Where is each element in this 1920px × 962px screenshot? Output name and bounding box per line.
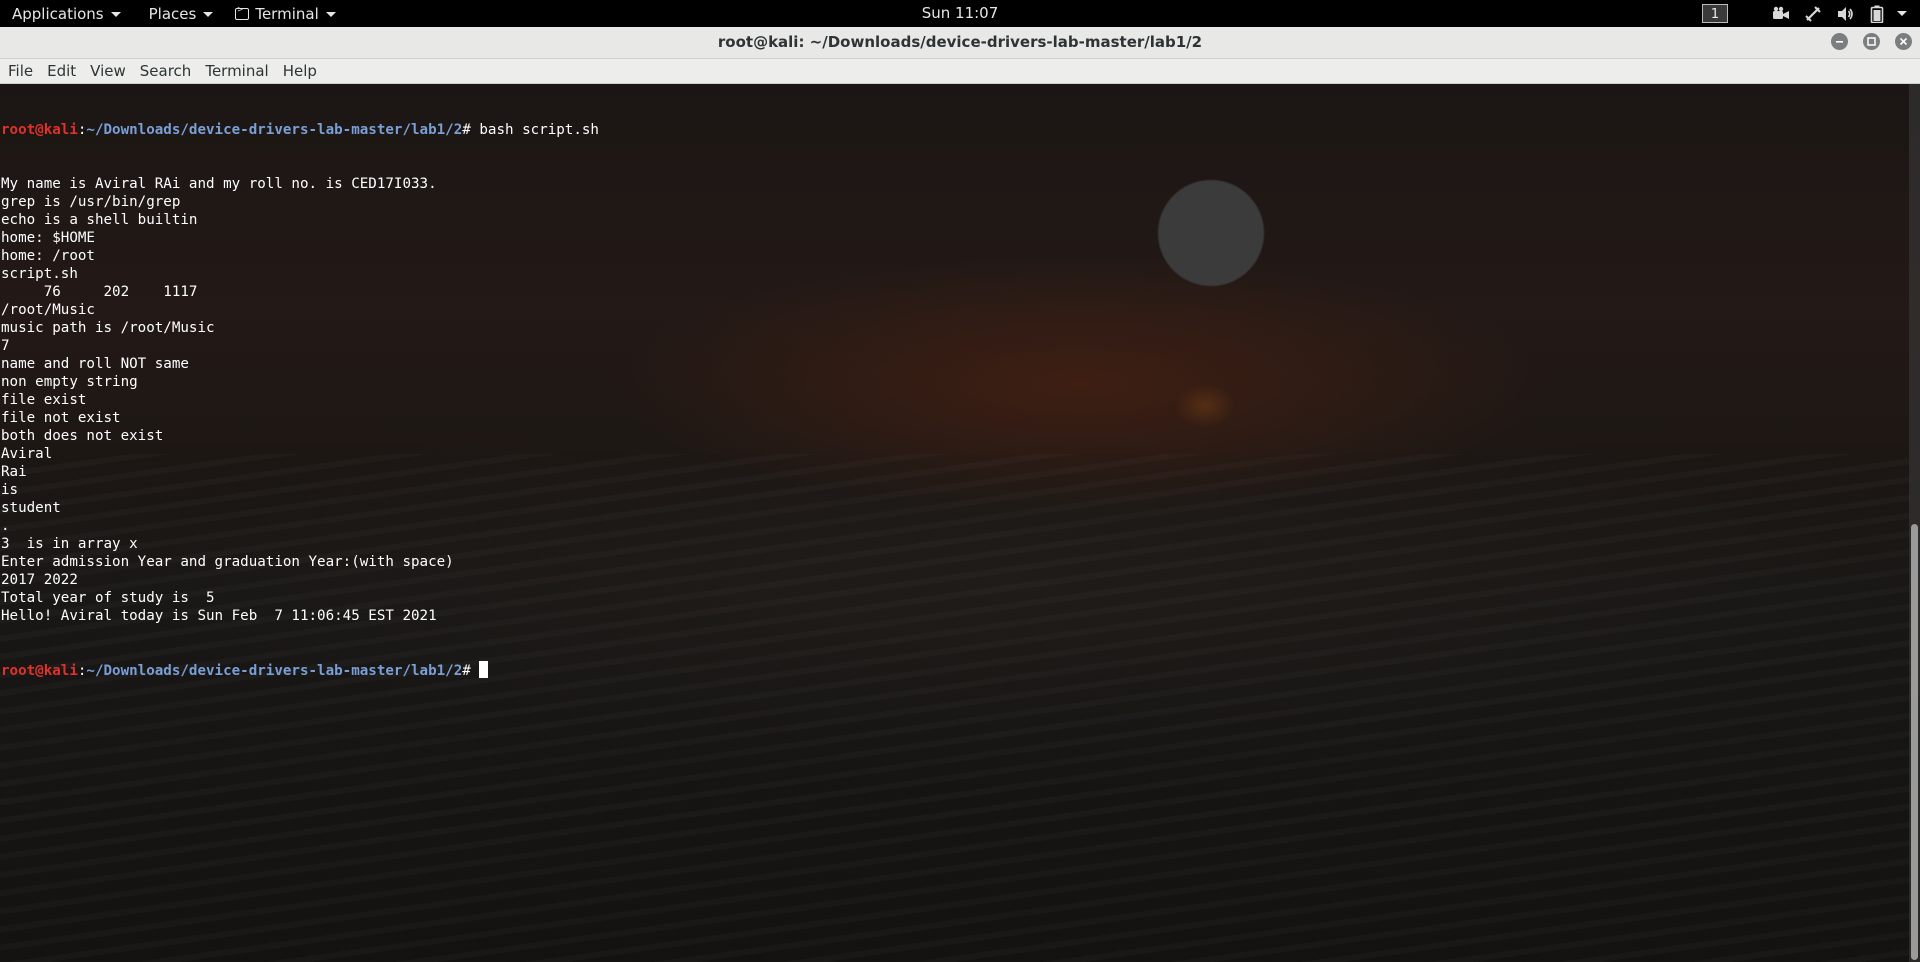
maximize-icon (1867, 37, 1876, 46)
chevron-down-icon (110, 12, 121, 17)
applications-menu[interactable]: Applications (0, 0, 131, 27)
output-line: 76 202 1117 (1, 284, 198, 300)
menu-view[interactable]: View (83, 59, 133, 83)
chevron-down-icon (203, 12, 214, 17)
volume-icon[interactable] (1836, 5, 1854, 23)
applications-menu-label: Applications (12, 4, 104, 23)
output-line: Rai (1, 464, 27, 480)
menu-edit[interactable]: Edit (40, 59, 83, 83)
menu-help[interactable]: Help (276, 59, 324, 83)
terminal-window: root@kali: ~/Downloads/device-drivers-la… (0, 27, 1920, 962)
close-icon (1899, 37, 1908, 46)
window-titlebar[interactable]: root@kali: ~/Downloads/device-drivers-la… (0, 27, 1920, 59)
output-line: home: /root (1, 248, 95, 264)
output-line: file exist (1, 392, 87, 408)
places-menu-label: Places (148, 4, 197, 23)
minimize-button[interactable] (1831, 33, 1848, 50)
output-line: music path is /root/Music (1, 320, 215, 336)
terminal-app-menu-label: Terminal (255, 4, 319, 23)
output-line: My name is Aviral RAi and my roll no. is… (1, 176, 437, 192)
prompt-symbol: # (462, 663, 480, 679)
output-line: student (1, 500, 61, 516)
window-menubar: File Edit View Search Terminal Help (0, 59, 1920, 84)
video-camera-icon[interactable] (1772, 5, 1790, 23)
prompt-user: root@kali (1, 663, 78, 679)
output-line: file not exist (1, 410, 121, 426)
output-line: /root/Music (1, 302, 95, 318)
output-line: Aviral (1, 446, 53, 462)
system-tray: 1 (1702, 0, 1908, 27)
workspace-indicator[interactable]: 1 (1702, 4, 1728, 23)
clock[interactable]: Sun 11:07 (922, 4, 999, 22)
output-line: script.sh (1, 266, 78, 282)
terminal-app-menu[interactable]: Terminal (225, 0, 345, 27)
chevron-down-icon[interactable] (1896, 5, 1908, 23)
terminal-text: root@kali:~/Downloads/device-drivers-lab… (1, 85, 599, 715)
output-line: name and roll NOT same (1, 356, 189, 372)
output-line: . (1, 518, 10, 534)
command-line: root@kali:~/Downloads/device-drivers-lab… (1, 121, 599, 139)
window-title: root@kali: ~/Downloads/device-drivers-la… (717, 33, 1203, 51)
scrollbar-thumb[interactable] (1911, 524, 1918, 960)
places-menu[interactable]: Places (139, 0, 224, 27)
output-line: both does not exist (1, 428, 164, 444)
close-button[interactable] (1895, 33, 1912, 50)
output-line: Enter admission Year and graduation Year… (1, 554, 454, 570)
top-panel: Applications Places Terminal Sun 11:07 1 (0, 0, 1920, 27)
terminal-icon (235, 5, 250, 20)
output-lines: My name is Aviral RAi and my roll no. is… (1, 175, 599, 625)
menu-terminal[interactable]: Terminal (198, 59, 275, 83)
output-line: 2017 2022 (1, 572, 78, 588)
menu-search[interactable]: Search (133, 59, 199, 83)
output-line: Total year of study is 5 (1, 590, 215, 606)
output-line: 3 is in array x (1, 536, 138, 552)
output-line: grep is /usr/bin/grep (1, 194, 181, 210)
output-line: 7 (1, 338, 10, 354)
text-cursor (479, 661, 489, 678)
prompt-symbol: # (462, 122, 480, 138)
output-line: is (1, 482, 19, 498)
maximize-button[interactable] (1863, 33, 1880, 50)
prompt-path: ~/Downloads/device-drivers-lab-master/la… (86, 122, 463, 138)
prompt-user: root@kali (1, 122, 78, 138)
typed-command: bash script.sh (479, 122, 599, 138)
terminal-output-area[interactable]: root@kali:~/Downloads/device-drivers-lab… (0, 84, 1920, 962)
menu-file[interactable]: File (1, 59, 40, 83)
prompt-path: ~/Downloads/device-drivers-lab-master/la… (86, 663, 463, 679)
output-line: echo is a shell builtin (1, 212, 198, 228)
chevron-down-icon (325, 12, 336, 17)
output-line: non empty string (1, 374, 138, 390)
output-line: Hello! Aviral today is Sun Feb 7 11:06:4… (1, 608, 437, 624)
window-controls (1816, 33, 1912, 50)
output-line: home: $HOME (1, 230, 95, 246)
network-icon[interactable] (1804, 5, 1822, 23)
minimize-icon (1836, 41, 1843, 43)
battery-icon[interactable] (1868, 5, 1886, 23)
active-prompt-line[interactable]: root@kali:~/Downloads/device-drivers-lab… (1, 661, 599, 679)
terminal-scrollbar[interactable] (1909, 84, 1920, 962)
